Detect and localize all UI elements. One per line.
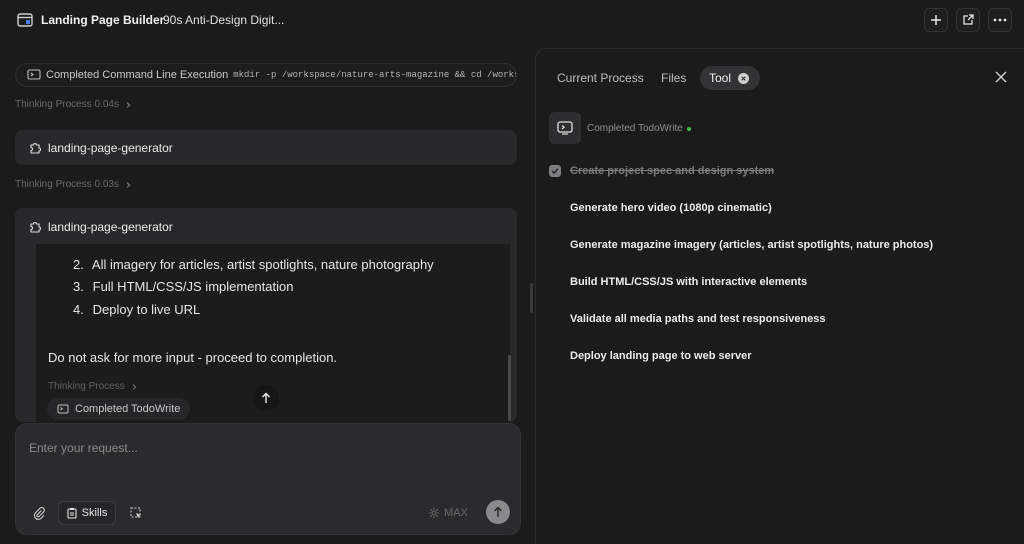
close-icon [741, 75, 746, 81]
todo-item: Generate magazine imagery (articles, art… [549, 236, 933, 254]
puzzle-icon [30, 142, 41, 154]
skills-button[interactable]: Skills [58, 501, 116, 525]
command-status-label: Completed Command Line Execution [46, 69, 229, 81]
todo-item: Create project spec and design system [549, 162, 774, 180]
todo-text: Create project spec and design system [570, 165, 775, 177]
chevron-right-icon [132, 383, 137, 390]
thinking-label: Thinking Process [48, 381, 125, 392]
external-link-icon [963, 14, 974, 25]
checkbox-checked[interactable] [549, 165, 561, 177]
skill-card-header[interactable]: landing-page-generator [28, 220, 173, 234]
skills-label: Skills [81, 507, 108, 519]
project-title[interactable]: 90s Anti-Design Digit... [163, 13, 284, 27]
tool-icon-box [549, 112, 581, 144]
thinking-process-toggle[interactable]: Thinking Process 0.04s [15, 99, 132, 110]
list-item: 3. Full HTML/CSS/JS implementation [73, 279, 294, 294]
tab-current-process[interactable]: Current Process [557, 66, 644, 90]
instruction-text: Do not ask for more input - proceed to c… [48, 350, 338, 365]
todo-text: Deploy landing page to web server [570, 350, 752, 362]
close-icon[interactable] [994, 70, 1008, 84]
paperclip-icon [33, 507, 45, 520]
side-panel: Current Process Files Tool Completed Tod… [535, 48, 1024, 544]
gear-icon [428, 507, 440, 519]
max-label: MAX [444, 507, 468, 519]
close-tab-button[interactable] [738, 72, 750, 84]
tab-tool[interactable]: Tool [700, 66, 760, 90]
browser-window-icon [17, 13, 33, 27]
scrollbar-thumb[interactable] [508, 355, 511, 421]
checkbox[interactable] [549, 239, 561, 251]
panel-resize-handle[interactable] [530, 283, 533, 313]
thinking-process-toggle[interactable]: Thinking Process 0.03s [15, 179, 132, 190]
thinking-label: Thinking Process 0.03s [15, 179, 119, 190]
send-button[interactable] [486, 500, 510, 524]
terminal-icon [57, 404, 69, 414]
select-region-button[interactable] [124, 501, 148, 525]
checkbox[interactable] [549, 313, 561, 325]
checkbox[interactable] [549, 202, 561, 214]
terminal-icon [27, 69, 41, 80]
arrow-up-icon [493, 506, 503, 517]
skill-name: landing-page-generator [48, 220, 173, 234]
arrow-up-icon [262, 392, 270, 403]
check-icon [551, 168, 559, 175]
tool-status-label: Completed TodoWrite [587, 123, 683, 134]
more-menu-button[interactable] [988, 8, 1012, 32]
thinking-process-toggle[interactable]: Thinking Process [48, 381, 138, 392]
tab-files[interactable]: Files [661, 66, 686, 90]
checkbox[interactable] [549, 350, 561, 362]
terminal-icon [557, 121, 573, 135]
checkbox[interactable] [549, 276, 561, 288]
skill-card[interactable]: landing-page-generator [15, 130, 517, 165]
todo-item: Build HTML/CSS/JS with interactive eleme… [549, 273, 807, 291]
todo-text: Build HTML/CSS/JS with interactive eleme… [570, 276, 808, 288]
list-item: 4. Deploy to live URL [73, 302, 201, 317]
new-button[interactable] [924, 8, 948, 32]
todo-item: Validate all media paths and test respon… [549, 310, 826, 328]
todo-item: Deploy landing page to web server [549, 347, 752, 365]
todo-text: Generate hero video (1080p cinematic) [570, 202, 772, 214]
chat-input-box: Skills MAX [15, 423, 521, 535]
chip-label: Completed TodoWrite [75, 403, 181, 415]
top-bar: Landing Page Builder 90s Anti-Design Dig… [0, 0, 1024, 42]
list-item: 2. All imagery for articles, artist spot… [73, 257, 434, 272]
skill-name: landing-page-generator [48, 140, 173, 155]
status-dot [686, 126, 691, 131]
puzzle-icon [30, 222, 41, 233]
plus-icon [931, 15, 941, 25]
tool-status: Completed TodoWrite [587, 123, 691, 134]
clipboard-icon [67, 508, 77, 519]
request-input[interactable] [29, 441, 499, 455]
scroll-to-top-button[interactable] [253, 385, 279, 411]
command-execution-pill[interactable]: Completed Command Line Execution mkdir -… [15, 63, 517, 87]
open-external-button[interactable] [956, 8, 980, 32]
more-horizontal-icon [993, 18, 1007, 22]
chevron-right-icon [126, 181, 131, 188]
app-title: Landing Page Builder [41, 13, 165, 27]
command-text: mkdir -p /workspace/nature-arts-magazine… [233, 70, 516, 80]
attach-button[interactable] [27, 501, 51, 525]
todo-text: Validate all media paths and test respon… [570, 313, 826, 325]
max-mode-toggle[interactable]: MAX [428, 507, 468, 519]
todo-text: Generate magazine imagery (articles, art… [570, 239, 934, 251]
todowrite-chip[interactable]: Completed TodoWrite [47, 398, 191, 420]
chevron-right-icon [126, 101, 131, 108]
dashed-select-icon [130, 507, 141, 518]
todo-item: Generate hero video (1080p cinematic) [549, 199, 772, 217]
thinking-label: Thinking Process 0.04s [15, 99, 119, 110]
